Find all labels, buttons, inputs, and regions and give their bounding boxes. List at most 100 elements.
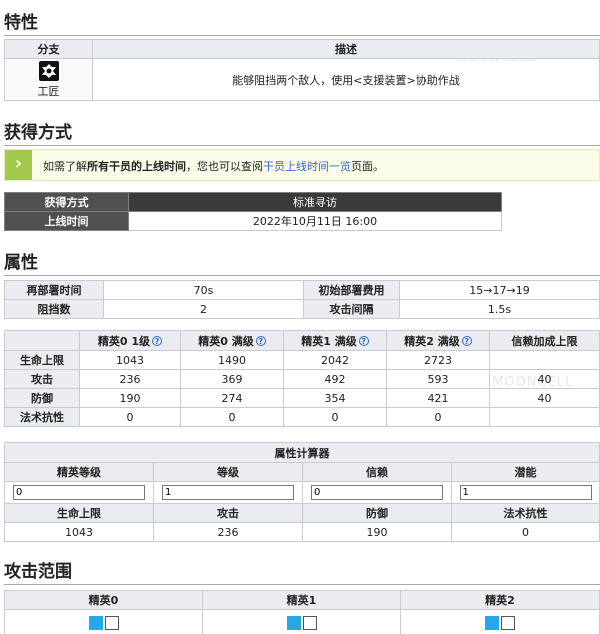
table-row: 防御 190 274 354 421 40	[4, 388, 600, 408]
stat-value	[489, 350, 600, 370]
obtain-label: 获得方式	[4, 192, 129, 212]
block-value: 2	[103, 299, 304, 319]
table-row: 攻击 236 369 492 593 40	[4, 369, 600, 389]
stat-value: 190	[79, 388, 181, 408]
range-self-cell	[286, 615, 301, 630]
trait-col-branch: 分支	[4, 39, 93, 59]
obtain-value: 标准寻访	[128, 192, 502, 212]
stats-header: 信赖加成上限	[489, 330, 600, 351]
stat-label: 生命上限	[4, 350, 80, 370]
help-icon[interactable]: ?	[152, 335, 163, 346]
stat-value: 2042	[283, 350, 387, 370]
notice-text: 如需了解所有干员的上线时间，您也可以查阅干员上线时间一览页面。	[43, 158, 384, 174]
release-label: 上线时间	[4, 211, 129, 231]
range-phase-label: 精英2	[400, 590, 600, 610]
table-row: 生命上限 1043 1490 2042 2723	[4, 350, 600, 370]
trait-description: 能够阻挡两个敌人，使用<支援装置>协助作战	[92, 58, 600, 101]
notice-suffix: 页面。	[351, 160, 384, 173]
range-attack-cell	[302, 615, 317, 630]
stat-label: 法术抗性	[4, 407, 80, 427]
stats-header: 精英0 1级?	[79, 330, 181, 351]
calc-input-label: 精英等级	[4, 462, 154, 482]
stat-value: 1043	[79, 350, 181, 370]
calc-output-label: 法术抗性	[451, 503, 600, 523]
stat-value: 421	[386, 388, 490, 408]
calc-output-value: 1043	[4, 522, 154, 542]
calc-output-value: 0	[451, 522, 600, 542]
trait-col-desc: 描述	[92, 39, 600, 59]
calc-input-cell	[451, 481, 600, 504]
elite-level-input[interactable]	[13, 485, 145, 500]
calc-input-cell	[153, 481, 303, 504]
section-heading-trait: 特性	[4, 8, 600, 36]
stats-header: 精英0 满级?	[180, 330, 284, 351]
stat-label: 攻击	[4, 369, 80, 389]
notice-mid: ，您也可以查阅	[186, 160, 263, 173]
cost-value: 15→17→19	[399, 280, 600, 300]
chevron-right-icon: ›	[14, 153, 23, 174]
table-row: 法术抗性 0 0 0 0	[4, 407, 600, 427]
calc-input-label: 等级	[153, 462, 303, 482]
branch-cell: 工匠	[4, 58, 93, 101]
range-grid	[202, 609, 401, 634]
stat-value: 2723	[386, 350, 490, 370]
section-heading-attributes: 属性	[4, 248, 600, 276]
stat-value: 369	[180, 369, 284, 389]
range-grid	[4, 609, 203, 634]
stat-value: 40	[489, 388, 600, 408]
trust-input[interactable]	[311, 485, 443, 500]
notice-chevron-box: ›	[5, 150, 32, 180]
stat-value: 236	[79, 369, 181, 389]
stat-value: 1490	[180, 350, 284, 370]
range-self-cell	[485, 615, 499, 630]
stat-value: 0	[386, 407, 490, 427]
help-icon[interactable]: ?	[461, 335, 472, 346]
calc-output-value: 190	[302, 522, 452, 542]
stat-value: 0	[283, 407, 387, 427]
stats-corner	[4, 330, 80, 351]
notice-bold: 所有干员的上线时间	[87, 160, 186, 173]
interval-label: 攻击间隔	[303, 299, 400, 319]
branch-name: 工匠	[37, 84, 60, 98]
notice-box: › 如需了解所有干员的上线时间，您也可以查阅干员上线时间一览页面。	[4, 149, 600, 181]
help-icon[interactable]: ?	[358, 335, 369, 346]
basic-attr-table: 再部署时间 70s 初始部署费用 15→17→19 阻挡数 2 攻击间隔 1.5…	[4, 280, 600, 319]
calculator-title: 属性计算器	[4, 442, 600, 463]
range-grid	[400, 609, 600, 634]
calc-output-value: 236	[153, 522, 303, 542]
calculator-table: 属性计算器 精英等级 等级 信赖 潜能 生命上限 攻击 防御 法术抗性 1043…	[4, 442, 600, 542]
calc-input-label: 信赖	[302, 462, 452, 482]
potential-input[interactable]	[459, 485, 592, 500]
release-value: 2022年10月11日 16:00	[128, 211, 502, 231]
block-label: 阻挡数	[4, 299, 104, 319]
redeploy-value: 70s	[103, 280, 304, 300]
calc-input-cell	[4, 481, 154, 504]
range-phase-label: 精英0	[4, 590, 203, 610]
stat-value: 0	[79, 407, 181, 427]
stat-value: 354	[283, 388, 387, 408]
release-list-link[interactable]: 干员上线时间一览	[263, 160, 351, 173]
gear-icon	[41, 63, 56, 78]
stat-value: 274	[180, 388, 284, 408]
redeploy-label: 再部署时间	[4, 280, 104, 300]
level-input[interactable]	[162, 485, 294, 500]
calc-output-label: 攻击	[153, 503, 303, 523]
stat-value: 0	[180, 407, 284, 427]
range-table: 精英0 精英1 精英2	[4, 590, 600, 634]
cost-label: 初始部署费用	[303, 280, 400, 300]
stats-header: 精英2 满级?	[386, 330, 490, 351]
obtain-table: 获得方式 标准寻访 上线时间 2022年10月11日 16:00	[4, 192, 502, 231]
calc-input-label: 潜能	[451, 462, 600, 482]
stat-value: 40	[489, 369, 600, 389]
calc-input-cell	[302, 481, 452, 504]
help-icon[interactable]: ?	[255, 335, 266, 346]
range-attack-cell	[501, 615, 515, 630]
stat-value	[489, 407, 600, 427]
range-attack-cell	[104, 615, 119, 630]
stats-header: 精英1 满级?	[283, 330, 387, 351]
trait-table: 分支 描述 工匠 能够阻挡两个敌人，使用<支援装置>协助作战	[4, 39, 600, 101]
stat-value: 593	[386, 369, 490, 389]
range-self-cell	[88, 615, 103, 630]
section-heading-range: 攻击范围	[4, 557, 600, 585]
interval-value: 1.5s	[399, 299, 600, 319]
